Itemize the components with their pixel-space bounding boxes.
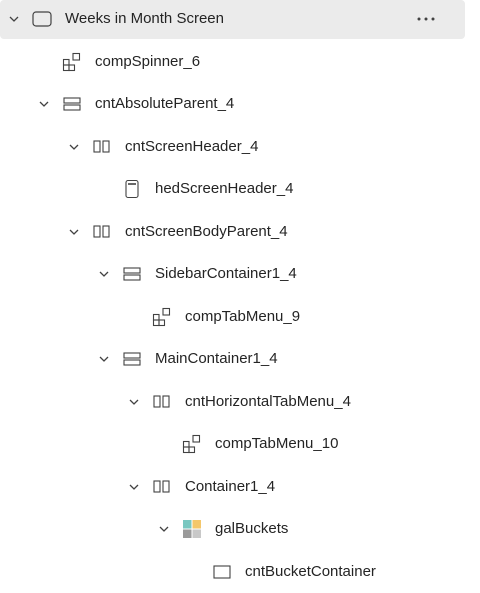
chevron-down-icon[interactable] (68, 141, 80, 153)
tree-item-screen[interactable]: Weeks in Month Screen (0, 0, 465, 39)
tree-item-galBuckets[interactable]: galBuckets (0, 508, 480, 550)
tree-item-SidebarContainer[interactable]: SidebarContainer1_4 (0, 253, 480, 295)
tree-item-compSpinner[interactable]: compSpinner_6 (0, 41, 480, 83)
tree-item-label: galBuckets (215, 520, 289, 537)
chevron-down-icon[interactable] (158, 523, 170, 535)
tree-item-label: SidebarContainer1_4 (155, 265, 297, 282)
tree-item-label: cntAbsoluteParent_4 (95, 95, 235, 112)
screen-icon (32, 9, 52, 29)
tree-item-label: Weeks in Month Screen (65, 10, 224, 27)
more-options-icon[interactable] (415, 10, 437, 28)
tree-item-hedScreenHeader[interactable]: hedScreenHeader_4 (0, 168, 480, 210)
tree-item-cntScreenHeader[interactable]: cntScreenHeader_4 (0, 126, 480, 168)
tree-item-cntScreenBodyParent[interactable]: cntScreenBodyParent_4 (0, 211, 480, 253)
component-icon (62, 52, 82, 72)
horizontal-container-icon (92, 222, 112, 242)
tree-item-label: hedScreenHeader_4 (155, 180, 294, 197)
tree-item-label: cntHorizontalTabMenu_4 (185, 393, 351, 410)
tree-item-cntAbsoluteParent[interactable]: cntAbsoluteParent_4 (0, 83, 480, 125)
tree-item-label: cntScreenBodyParent_4 (125, 223, 288, 240)
chevron-down-icon[interactable] (98, 353, 110, 365)
horizontal-container-icon (92, 137, 112, 157)
tree-item-label: compSpinner_6 (95, 53, 201, 70)
chevron-down-icon[interactable] (98, 268, 110, 280)
horizontal-container-icon (152, 477, 172, 497)
tree-item-MainContainer[interactable]: MainContainer1_4 (0, 338, 480, 380)
tree-item-cntBucketContainer[interactable]: cntBucketContainer (0, 551, 480, 593)
chevron-down-icon[interactable] (68, 226, 80, 238)
gallery-icon (182, 519, 202, 539)
tree-item-label: Container1_4 (185, 478, 276, 495)
tree-item-compTabMenu-10[interactable]: compTabMenu_10 (0, 423, 480, 465)
tree-item-Container1[interactable]: Container1_4 (0, 466, 480, 508)
vertical-container-icon (122, 349, 142, 369)
chevron-down-icon[interactable] (128, 396, 140, 408)
vertical-container-icon (122, 264, 142, 284)
tree-view: Weeks in Month Screen compSpinner_6 cntA… (0, 0, 480, 586)
container-icon (212, 562, 232, 582)
chevron-down-icon[interactable] (128, 481, 140, 493)
tree-item-label: MainContainer1_4 (155, 350, 278, 367)
horizontal-container-icon (152, 392, 172, 412)
tree-item-cntHorizontalTabMenu[interactable]: cntHorizontalTabMenu_4 (0, 381, 480, 423)
tree-item-label: cntScreenHeader_4 (125, 138, 259, 155)
component-icon (152, 307, 172, 327)
chevron-down-icon[interactable] (8, 13, 20, 25)
header-icon (122, 179, 142, 199)
vertical-container-icon (62, 94, 82, 114)
tree-item-label: cntBucketContainer (245, 563, 376, 580)
tree-item-label: compTabMenu_9 (185, 308, 301, 325)
tree-item-compTabMenu-9[interactable]: compTabMenu_9 (0, 296, 480, 338)
chevron-down-icon[interactable] (38, 98, 50, 110)
component-icon (182, 434, 202, 454)
tree-item-label: compTabMenu_10 (215, 435, 339, 452)
